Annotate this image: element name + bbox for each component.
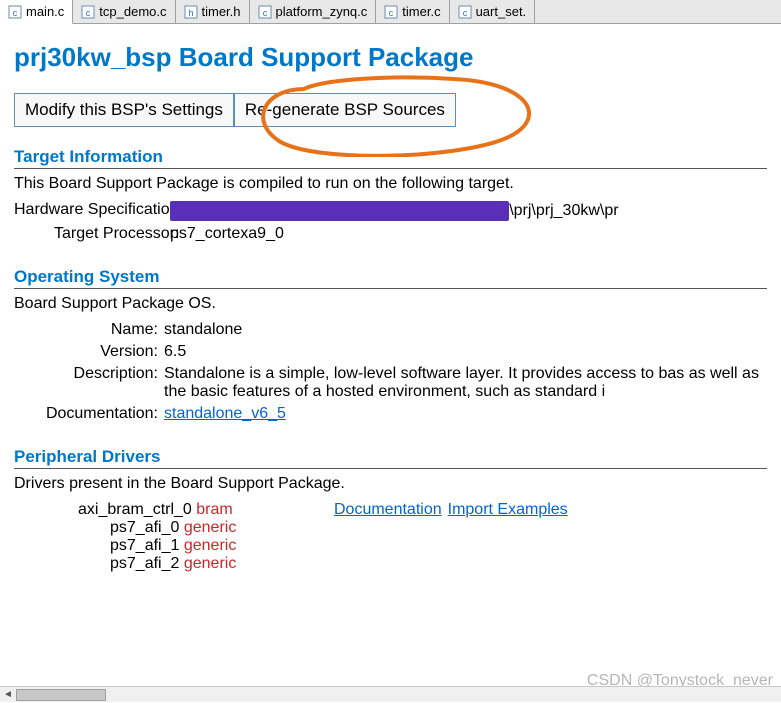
- c-file-icon: c: [458, 5, 472, 19]
- c-file-icon: c: [8, 5, 22, 19]
- tab-uart-set[interactable]: c uart_set.: [450, 0, 536, 23]
- tab-label: timer.h: [202, 4, 241, 19]
- editor-tabs: c main.c c tcp_demo.c h timer.h c platfo…: [0, 0, 781, 24]
- regenerate-bsp-sources-button[interactable]: Re-generate BSP Sources: [234, 93, 456, 127]
- os-desc-label: Description:: [14, 365, 158, 401]
- target-info-intro: This Board Support Package is compiled t…: [14, 175, 767, 193]
- c-file-icon: c: [258, 5, 272, 19]
- drivers-table: axi_bram_ctrl_0 bram Documentation Impor…: [14, 501, 767, 573]
- driver-row: axi_bram_ctrl_0 bram Documentation Impor…: [14, 501, 767, 519]
- tab-platform-zynq-c[interactable]: c platform_zynq.c: [250, 0, 377, 23]
- svg-text:c: c: [13, 8, 18, 18]
- os-desc-value: Standalone is a simple, low-level softwa…: [164, 365, 767, 401]
- page-title: prj30kw_bsp Board Support Package: [14, 42, 767, 73]
- redacted-path-highlight: C:\Users\Tony\D\work\program\FPGA\30kw_p…: [170, 201, 509, 221]
- driver-documentation-link[interactable]: Documentation: [334, 501, 442, 519]
- driver-row: ps7_afi_0 generic: [14, 519, 767, 537]
- os-version-label: Version:: [14, 343, 158, 361]
- c-file-icon: c: [81, 5, 95, 19]
- drivers-heading: Peripheral Drivers: [14, 447, 767, 469]
- driver-name: ps7_afi_2 generic: [14, 555, 334, 573]
- driver-links: Documentation Import Examples: [334, 501, 568, 519]
- svg-text:h: h: [188, 8, 193, 18]
- target-info-heading: Target Information: [14, 147, 767, 169]
- modify-bsp-settings-button[interactable]: Modify this BSP's Settings: [14, 93, 234, 127]
- svg-text:c: c: [86, 8, 91, 18]
- os-heading: Operating System: [14, 267, 767, 289]
- os-name-value: standalone: [164, 321, 767, 339]
- h-file-icon: h: [184, 5, 198, 19]
- os-version-value: 6.5: [164, 343, 767, 361]
- scroll-track[interactable]: [16, 687, 781, 702]
- os-table: Name: standalone Version: 6.5 Descriptio…: [14, 321, 767, 423]
- os-name-label: Name:: [14, 321, 158, 339]
- svg-text:c: c: [389, 8, 394, 18]
- driver-name: ps7_afi_0 generic: [14, 519, 334, 537]
- target-processor-label: Target Processor:: [14, 225, 164, 243]
- svg-text:c: c: [262, 8, 267, 18]
- svg-text:c: c: [462, 8, 467, 18]
- action-button-row: Modify this BSP's Settings Re-generate B…: [14, 93, 767, 127]
- scroll-thumb[interactable]: [16, 689, 106, 701]
- bsp-page-content: prj30kw_bsp Board Support Package Modify…: [0, 42, 781, 573]
- driver-name: axi_bram_ctrl_0 bram: [14, 501, 334, 519]
- tab-label: tcp_demo.c: [99, 4, 166, 19]
- os-doc-label: Documentation:: [14, 405, 158, 423]
- target-processor-value: ps7_cortexa9_0: [170, 225, 767, 243]
- os-intro: Board Support Package OS.: [14, 295, 767, 313]
- tab-timer-c[interactable]: c timer.c: [376, 0, 449, 23]
- driver-row: ps7_afi_2 generic: [14, 555, 767, 573]
- c-file-icon: c: [384, 5, 398, 19]
- horizontal-scrollbar[interactable]: ◄: [0, 686, 781, 702]
- tab-label: uart_set.: [476, 4, 527, 19]
- driver-import-examples-link[interactable]: Import Examples: [448, 501, 568, 519]
- scroll-left-arrow-icon[interactable]: ◄: [0, 687, 16, 703]
- driver-name: ps7_afi_1 generic: [14, 537, 334, 555]
- tab-label: platform_zynq.c: [276, 4, 368, 19]
- tab-tcp-demo-c[interactable]: c tcp_demo.c: [73, 0, 175, 23]
- driver-type: bram: [196, 501, 232, 518]
- driver-type: generic: [184, 519, 236, 536]
- tab-label: main.c: [26, 4, 64, 19]
- hw-spec-value: C:\Users\Tony\D\work\program\FPGA\30kw_p…: [170, 201, 767, 221]
- os-doc-link[interactable]: standalone_v6_5: [164, 405, 286, 422]
- tab-timer-h[interactable]: h timer.h: [176, 0, 250, 23]
- hw-spec-label: Hardware Specification:: [14, 201, 164, 221]
- driver-type: generic: [184, 537, 236, 554]
- driver-row: ps7_afi_1 generic: [14, 537, 767, 555]
- drivers-intro: Drivers present in the Board Support Pac…: [14, 475, 767, 493]
- driver-type: generic: [184, 555, 236, 572]
- target-info-table: Hardware Specification: C:\Users\Tony\D\…: [14, 201, 767, 243]
- tab-label: timer.c: [402, 4, 440, 19]
- tab-main-c[interactable]: c main.c: [0, 0, 73, 24]
- hw-spec-tail: \prj\prj_30kw\pr: [509, 202, 618, 219]
